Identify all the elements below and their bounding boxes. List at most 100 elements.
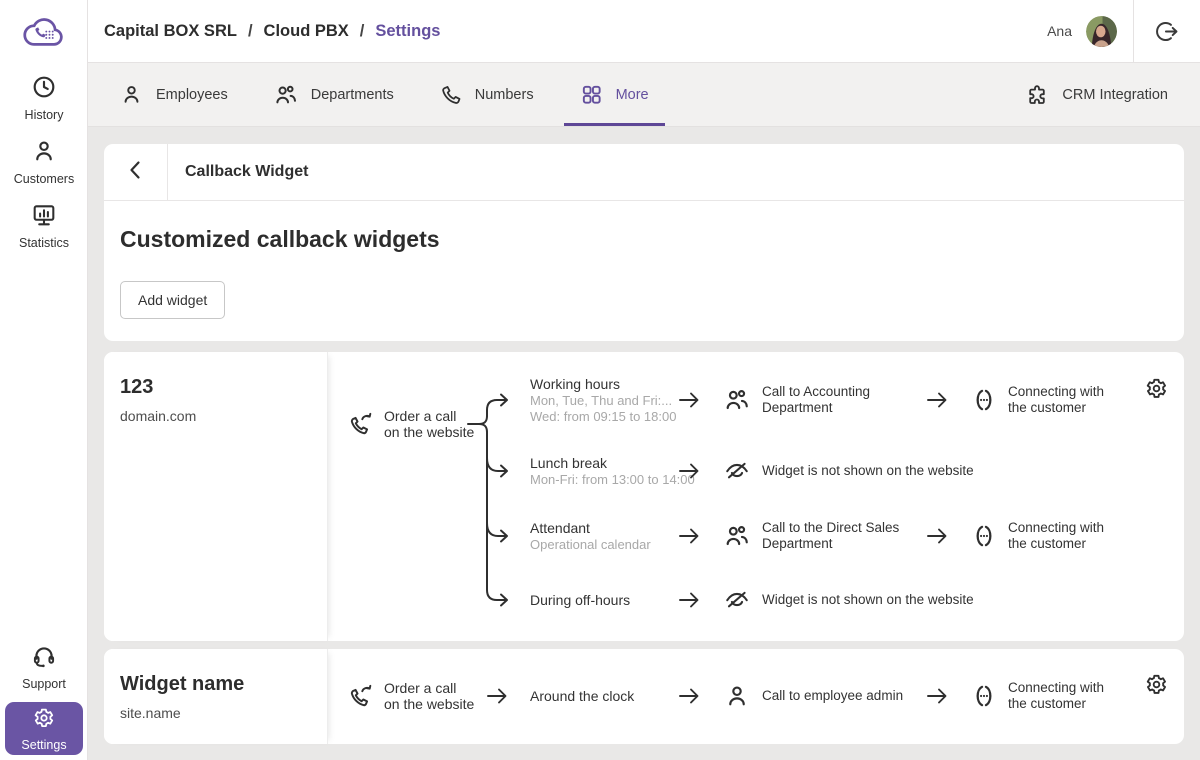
breadcrumb-separator: /	[247, 21, 253, 40]
connecting-call-icon	[971, 523, 997, 549]
condition-schedule: Operational calendar	[530, 537, 651, 552]
flow-result: Connecting with the customer	[1008, 520, 1105, 551]
breadcrumb-product[interactable]: Cloud PBX	[264, 22, 349, 41]
flow-action: Call to employee admin	[762, 688, 904, 703]
flow-condition: Lunch break Mon-Fri: from 13:00 to 14:00	[530, 454, 695, 488]
flow-action: Widget is not shown on the website	[762, 463, 974, 478]
phone-icon	[440, 84, 462, 106]
divider	[104, 200, 1184, 201]
tab-employees[interactable]: Employees	[104, 63, 244, 126]
tab-label: Employees	[156, 86, 228, 103]
app-logo-cloud-phone-icon[interactable]	[0, 10, 88, 54]
flow-source: Order a call on the website	[384, 680, 496, 712]
sidebar-item-label: Support	[22, 677, 66, 691]
arrow-right-icon	[924, 388, 950, 412]
clock-icon	[31, 74, 57, 105]
top-header: Capital BOX SRL / Cloud PBX / Settings A…	[88, 0, 1200, 63]
header-right: Ana	[1047, 0, 1200, 63]
flow-action: Widget is not shown on the website	[762, 592, 974, 607]
condition-schedule: Mon-Fri: from 13:00 to 14:00	[530, 472, 695, 487]
app-root: History Customers Statistics Support Set…	[0, 0, 1200, 760]
condition-schedule: Mon, Tue, Thu and Fri:...	[530, 393, 673, 408]
people-icon	[274, 83, 298, 107]
flow-result: Connecting with the customer	[1008, 384, 1105, 415]
flow-condition: During off-hours	[530, 591, 630, 609]
sidebar: History Customers Statistics Support Set…	[0, 0, 88, 760]
condition-title: Working hours	[530, 376, 621, 392]
callback-widget-panel: Callback Widget Customized callback widg…	[104, 144, 1184, 341]
people-icon	[724, 387, 750, 413]
settings-tabbar: Employees Departments Numbers More CRM I…	[88, 63, 1200, 127]
widget-card-widget-name: Widget name site.name Order a call on th…	[104, 649, 1184, 744]
arrow-right-icon	[676, 459, 702, 483]
tab-departments[interactable]: Departments	[258, 63, 410, 126]
sidebar-item-label: Settings	[21, 737, 67, 752]
eye-off-icon	[724, 587, 750, 613]
condition-title: Attendant	[530, 520, 590, 536]
flow-condition: Around the clock	[530, 688, 635, 704]
widget-name: Widget name	[120, 673, 245, 695]
flow-action: Call to the Direct Sales Department	[762, 520, 900, 551]
condition-title: Lunch break	[530, 455, 608, 471]
sidebar-item-label: Statistics	[18, 236, 69, 250]
arrow-right-icon	[924, 684, 950, 708]
arrow-right-icon	[676, 684, 702, 708]
sidebar-item-customers[interactable]: Customers	[0, 138, 88, 186]
flow-result: Connecting with the customer	[1008, 680, 1105, 711]
condition-title: During off-hours	[530, 592, 631, 608]
add-widget-button[interactable]: Add widget	[120, 281, 226, 319]
breadcrumb-current-settings: Settings	[375, 21, 441, 40]
puzzle-icon	[1025, 83, 1049, 107]
breadcrumb: Capital BOX SRL / Cloud PBX / Settings	[104, 22, 440, 41]
sidebar-item-support[interactable]: Support	[0, 643, 88, 691]
widget-info-panel: Widget name site.name	[104, 649, 328, 744]
connecting-call-icon	[971, 683, 997, 709]
headset-icon	[31, 643, 57, 674]
widget-info-panel: 123 domain.com	[104, 352, 328, 641]
sidebar-item-history[interactable]: History	[0, 74, 88, 122]
arrow-right-icon	[676, 388, 702, 412]
flow-source-line1: Order a call	[384, 680, 457, 696]
flow-action: Call to Accounting Department	[762, 384, 871, 415]
widget-site: domain.com	[120, 408, 197, 424]
user-name: Ana	[1047, 23, 1072, 39]
person-icon	[120, 83, 143, 106]
flow-source-line2: on the website	[384, 696, 475, 712]
condition-schedule: Wed: from 09:15 to 18:00	[530, 409, 677, 424]
chevron-left-icon	[124, 158, 148, 187]
logout-icon[interactable]	[1134, 19, 1200, 44]
grid-icon	[580, 83, 603, 106]
sidebar-item-statistics[interactable]: Statistics	[0, 202, 88, 250]
tab-label: Departments	[310, 86, 394, 103]
arrow-right-icon	[484, 684, 510, 708]
breadcrumb-company[interactable]: Capital BOX SRL	[104, 22, 237, 41]
breadcrumb-separator: /	[359, 21, 365, 40]
callback-phone-icon	[348, 411, 374, 437]
widget-card-123: 123 domain.com Order a call on the websi…	[104, 352, 1184, 641]
widget-site: site.name	[120, 705, 181, 721]
tab-label: CRM Integration	[1062, 86, 1168, 103]
tab-numbers[interactable]: Numbers	[424, 63, 550, 126]
tab-label: More	[615, 86, 649, 103]
gear-icon	[1144, 672, 1169, 700]
sidebar-item-label: History	[24, 108, 64, 122]
gear-icon	[1144, 376, 1169, 404]
flow-condition: Working hours Mon, Tue, Thu and Fri:... …	[530, 375, 676, 425]
arrow-right-icon	[676, 588, 702, 612]
callback-phone-icon	[348, 683, 374, 709]
section-heading: Customized callback widgets	[120, 226, 440, 252]
avatar[interactable]	[1086, 15, 1117, 47]
main-content: Callback Widget Customized callback widg…	[88, 127, 1200, 760]
widget-settings-button[interactable]	[1144, 672, 1169, 700]
tab-more[interactable]: More	[563, 63, 665, 126]
widget-settings-button[interactable]	[1144, 376, 1169, 404]
arrow-right-icon	[924, 524, 950, 548]
eye-off-icon	[724, 458, 750, 484]
monitor-chart-icon	[31, 202, 57, 233]
sidebar-item-settings[interactable]: Settings	[5, 702, 83, 755]
flow-branch-connector	[467, 393, 508, 607]
tab-label: Numbers	[474, 86, 534, 103]
back-button[interactable]	[104, 144, 168, 200]
person-icon	[31, 138, 57, 169]
tab-crm-integration[interactable]: CRM Integration	[1009, 63, 1184, 126]
